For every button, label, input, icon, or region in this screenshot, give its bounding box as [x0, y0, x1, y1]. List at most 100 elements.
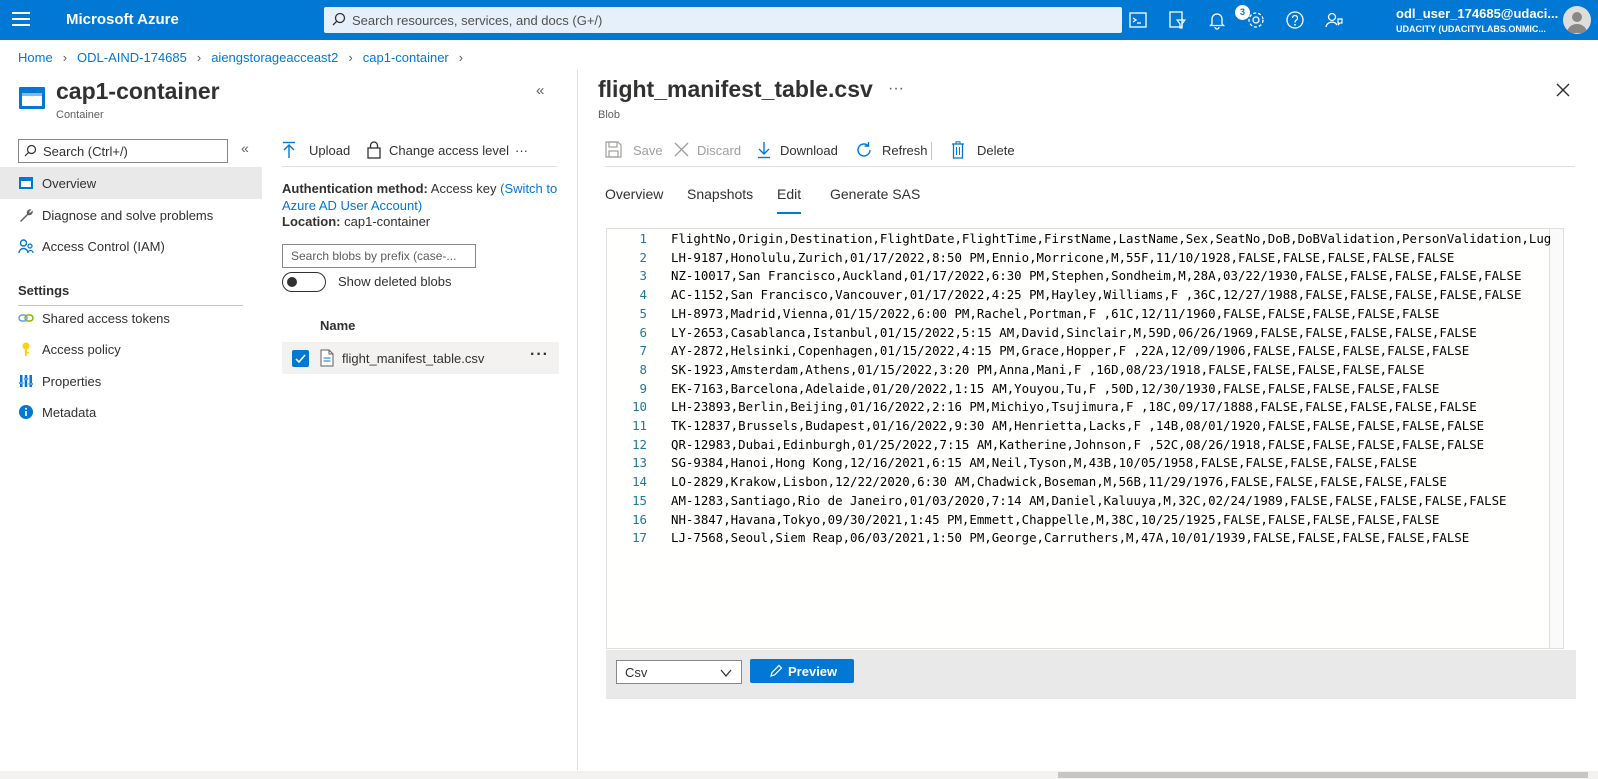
- blob-search-input[interactable]: Search blobs by prefix (case-...: [282, 244, 476, 268]
- sidebar-item-access-policy[interactable]: Access policy: [0, 333, 262, 365]
- line-text: TK-12837,Brussels,Budapest,01/16/2022,9:…: [671, 418, 1485, 433]
- tab-edit[interactable]: Edit: [777, 186, 802, 214]
- pane-divider: [577, 70, 578, 770]
- discard-label: Discard: [697, 143, 742, 158]
- sidebar-item-diagnose[interactable]: Diagnose and solve problems: [0, 199, 262, 231]
- more-actions-button[interactable]: ···: [515, 138, 535, 164]
- tab-overview[interactable]: Overview: [605, 186, 663, 202]
- horizontal-scrollbar[interactable]: [0, 771, 1598, 779]
- breadcrumb-storage-account[interactable]: aiengstorageacceast2: [211, 50, 338, 65]
- location-label: Location:: [282, 214, 341, 229]
- download-label: Download: [780, 143, 838, 158]
- collapse-pane-icon[interactable]: «: [536, 82, 544, 99]
- close-icon[interactable]: [1555, 82, 1571, 98]
- preview-button[interactable]: Preview: [750, 659, 854, 683]
- scrollbar-thumb[interactable]: [1058, 772, 1588, 778]
- refresh-button[interactable]: Refresh: [855, 138, 935, 164]
- help-icon[interactable]: [1285, 10, 1305, 30]
- pencil-icon: [770, 664, 783, 677]
- line-number: 11: [632, 418, 647, 433]
- show-deleted-toggle[interactable]: [282, 272, 326, 292]
- line-number: 14: [632, 474, 647, 490]
- bell-icon[interactable]: [1207, 10, 1227, 30]
- line-number: 17: [632, 530, 647, 546]
- breadcrumb-home[interactable]: Home: [18, 50, 53, 65]
- chevron-down-icon: [720, 669, 732, 678]
- global-search-input[interactable]: Search resources, services, and docs (G+…: [324, 7, 1122, 33]
- sidebar-item-iam[interactable]: Access Control (IAM): [0, 230, 262, 262]
- discard-button[interactable]: Discard: [673, 138, 745, 164]
- collapse-nav-icon[interactable]: «: [241, 140, 249, 156]
- delete-button[interactable]: Delete: [951, 138, 1021, 164]
- people-icon: [18, 239, 34, 254]
- sidebar-item-metadata[interactable]: Metadata: [0, 396, 262, 428]
- properties-icon: [19, 375, 33, 387]
- more-icon: ···: [515, 143, 528, 158]
- column-header-name[interactable]: Name: [320, 318, 355, 333]
- line-number: 13: [632, 455, 647, 471]
- download-icon: [758, 142, 770, 159]
- blob-more-icon[interactable]: ···: [888, 80, 904, 98]
- download-button[interactable]: Download: [757, 138, 847, 164]
- refresh-label: Refresh: [882, 143, 928, 158]
- menu-icon[interactable]: [12, 12, 30, 28]
- save-label: Save: [633, 143, 663, 158]
- table-row[interactable]: flight_manifest_table.csv ···: [282, 342, 559, 374]
- blob-toolbar: Save Discard Download Refresh Delete: [605, 138, 1575, 166]
- line-number: 10: [632, 399, 647, 415]
- directory-filter-icon[interactable]: [1167, 10, 1187, 30]
- user-directory[interactable]: UDACITY (UDACITYLABS.ONMIC...: [1396, 24, 1546, 34]
- blob-subtitle: Blob: [598, 109, 621, 121]
- upload-label: Upload: [309, 143, 351, 158]
- line-text: QR-12983,Dubai,Edinburgh,01/25/2022,7:15…: [671, 436, 1485, 452]
- breadcrumb-resource-group[interactable]: ODL-AIND-174685: [77, 50, 187, 65]
- change-access-level-label: Change access level: [389, 143, 509, 158]
- refresh-icon: [857, 142, 871, 157]
- brand-title[interactable]: Microsoft Azure: [66, 11, 179, 28]
- chevron-right-icon: ›: [348, 50, 353, 65]
- sidebar-item-label: Access Control (IAM): [42, 239, 165, 254]
- save-button[interactable]: Save: [605, 138, 665, 164]
- breadcrumb-container[interactable]: cap1-container: [363, 50, 449, 65]
- tab-snapshots[interactable]: Snapshots: [687, 186, 753, 202]
- location-value: cap1-container: [344, 214, 431, 229]
- nav-search-input[interactable]: Search (Ctrl+/): [18, 139, 228, 163]
- chevron-right-icon: ›: [62, 50, 68, 65]
- upload-button[interactable]: Upload: [282, 138, 354, 164]
- format-select[interactable]: Csv: [616, 660, 742, 684]
- sidebar-item-label: Access policy: [42, 342, 121, 357]
- divider: [605, 166, 1575, 167]
- auth-method-value: Access key: [430, 181, 497, 196]
- feedback-icon[interactable]: [1324, 10, 1344, 30]
- nav-search-placeholder: Search (Ctrl+/): [43, 144, 128, 159]
- line-number: 6: [639, 324, 647, 340]
- change-access-level-button[interactable]: Change access level: [367, 138, 509, 164]
- upload-icon: [283, 141, 295, 158]
- user-name[interactable]: odl_user_174685@udaci...: [1396, 6, 1558, 21]
- sidebar-item-label: Properties: [42, 374, 102, 389]
- search-icon: [24, 144, 37, 157]
- tab-generate-sas[interactable]: Generate SAS: [830, 186, 920, 202]
- sidebar-item-shared-access-tokens[interactable]: Shared access tokens: [0, 302, 262, 334]
- gear-icon[interactable]: [1246, 10, 1266, 30]
- location: Location: cap1-container: [282, 214, 430, 229]
- code-editor[interactable]: 1 FlightNo,Origin,Destination,FlightDate,…: [606, 228, 1564, 649]
- line-text: LH-23893,Berlin,Beijing,01/16/2022,2:16 …: [671, 399, 1477, 415]
- row-checkbox[interactable]: [292, 350, 309, 367]
- file-name[interactable]: flight_manifest_table.csv: [342, 351, 484, 366]
- key-icon: [22, 342, 30, 356]
- auth-method-label: Authentication method:: [282, 181, 428, 196]
- preview-label: Preview: [788, 664, 838, 679]
- sidebar-item-overview[interactable]: Overview: [0, 167, 262, 199]
- page-subtitle: Container: [56, 109, 104, 121]
- save-icon: [605, 141, 622, 158]
- row-more-icon[interactable]: ···: [530, 346, 549, 364]
- line-number: 2: [639, 249, 647, 265]
- avatar[interactable]: [1563, 6, 1591, 34]
- line-number: 1: [639, 231, 647, 246]
- page-title: cap1-container: [56, 78, 220, 104]
- cloud-shell-icon[interactable]: [1128, 10, 1148, 30]
- search-icon: [332, 12, 346, 26]
- editor-scrollbar[interactable]: [1549, 229, 1563, 648]
- sidebar-item-properties[interactable]: Properties: [0, 365, 262, 397]
